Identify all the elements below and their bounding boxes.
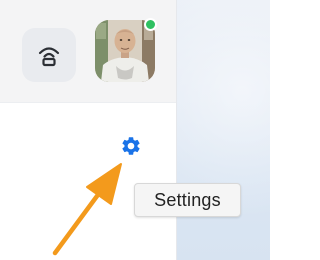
- settings-gear-icon: [122, 137, 140, 155]
- online-status-dot: [144, 18, 157, 31]
- app-window-fragment: Settings: [0, 0, 270, 260]
- airplay-button[interactable]: [22, 28, 76, 82]
- settings-button[interactable]: [120, 135, 142, 157]
- airplay-icon: [38, 47, 60, 67]
- settings-tooltip: Settings: [134, 183, 241, 217]
- tooltip-label: Settings: [154, 189, 221, 210]
- desktop-background: [177, 0, 270, 260]
